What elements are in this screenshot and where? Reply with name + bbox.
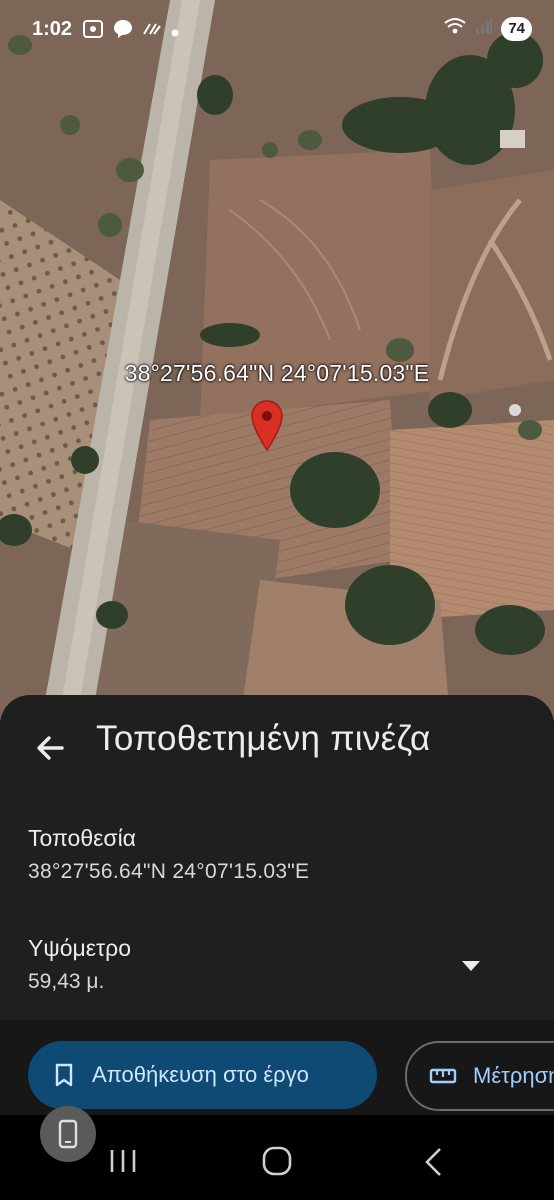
- screenshot-icon: [82, 19, 104, 45]
- chevron-left-icon: [425, 1148, 441, 1176]
- home-button[interactable]: [262, 1146, 292, 1181]
- bookmark-icon: [54, 1063, 74, 1087]
- ruler-icon: [429, 1068, 457, 1084]
- messenger-icon: [112, 18, 134, 46]
- pin-details-sheet: Τοποθετημένη πινέζα Τοποθεσία 38°27'56.6…: [0, 695, 554, 1115]
- sheet-title: Τοποθετημένη πινέζα: [96, 719, 431, 758]
- altitude-label: Υψόμετρο: [28, 935, 131, 961]
- notification-icons: [82, 18, 180, 46]
- home-icon: [262, 1146, 292, 1176]
- recents-icon: [110, 1150, 136, 1172]
- caret-down-icon: [462, 961, 480, 971]
- nav-back-button[interactable]: [422, 1147, 444, 1182]
- status-time: 1:02: [32, 18, 73, 40]
- system-icons: 74: [443, 16, 532, 42]
- sync-icon: [142, 20, 162, 44]
- floating-shortcut-button[interactable]: [40, 1106, 96, 1162]
- save-to-project-button[interactable]: Αποθήκευση στο έργο: [28, 1041, 377, 1109]
- actions-bar: Αποθήκευση στο έργο Μέτρηση: [0, 1020, 554, 1115]
- back-button[interactable]: [30, 728, 70, 768]
- map-pin-icon[interactable]: [250, 400, 284, 457]
- dot-icon: [170, 21, 180, 44]
- wifi-icon: [443, 16, 467, 42]
- save-to-project-label: Αποθήκευση στο έργο: [92, 1062, 309, 1087]
- signal-icon: [475, 17, 493, 41]
- location-value[interactable]: 38°27'56.64"N 24°07'15.03"E: [28, 860, 309, 884]
- map-coordinates-label: 38°27'56.64"N 24°07'15.03"E: [124, 360, 430, 386]
- measure-label: Μέτρηση: [473, 1063, 554, 1088]
- location-label: Τοποθεσία: [28, 825, 136, 851]
- altitude-value: 59,43 μ.: [28, 970, 105, 993]
- arrow-left-icon: [37, 736, 64, 760]
- battery-level: 74: [501, 17, 532, 41]
- altitude-expand-button[interactable]: [460, 959, 482, 978]
- status-bar: 1:02 74: [0, 0, 554, 60]
- measure-button[interactable]: Μέτρηση: [405, 1041, 554, 1111]
- recents-button[interactable]: [108, 1148, 138, 1179]
- phone-device-icon: [58, 1119, 78, 1149]
